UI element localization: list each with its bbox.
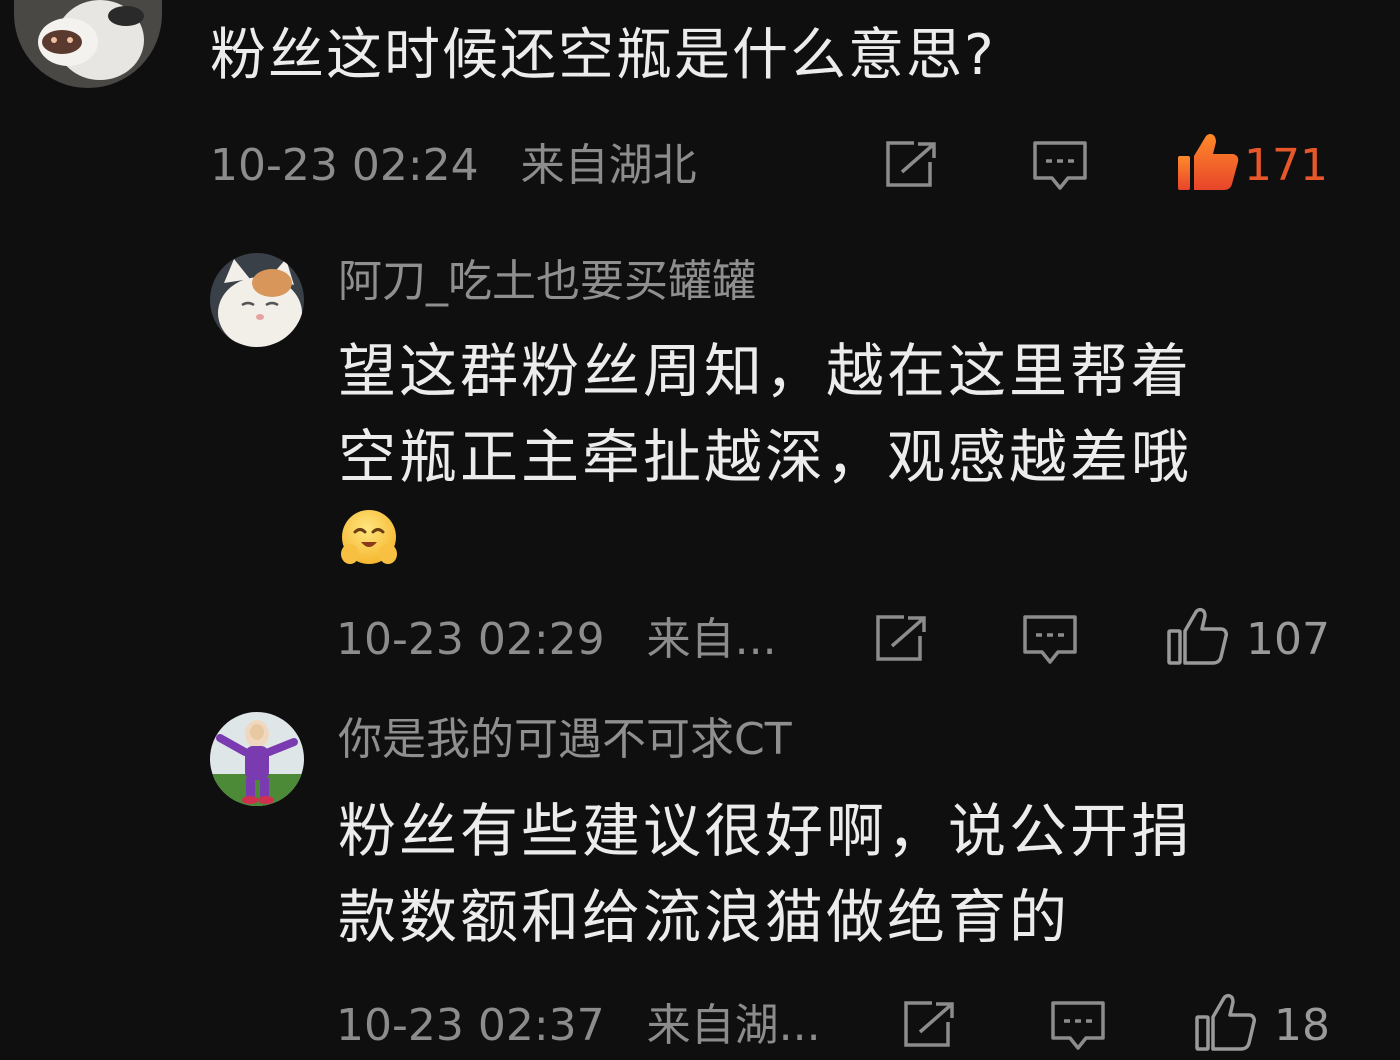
main-comment-meta: 10-23 02:24 来自湖北 (210, 138, 697, 194)
reply-comment-icon[interactable] (1022, 614, 1078, 666)
comment-thread: 粉丝这时候还空瓶是什么意思? 10-23 02:24 来自湖北 171 阿刀_吃… (0, 0, 1400, 1060)
reply-comment-icon[interactable] (1050, 1000, 1106, 1052)
thumbs-up-icon[interactable] (1176, 132, 1240, 192)
reply-username[interactable]: 阿刀_吃土也要买罐罐 (338, 254, 756, 310)
reply-text-line: 望这群粉丝周知，越在这里帮着 (338, 337, 1193, 405)
location: 来自湖北 (520, 140, 697, 191)
thumbs-up-icon[interactable] (1194, 992, 1258, 1052)
main-comment-like-count: 171 (1244, 140, 1328, 191)
timestamp: 10-23 02:29 (336, 614, 605, 665)
reply-like-count: 107 (1246, 614, 1330, 665)
hugging-face-emoji (338, 508, 400, 570)
location: 来自... (646, 614, 777, 665)
thumbs-up-icon[interactable] (1166, 606, 1230, 666)
reply-avatar[interactable] (210, 712, 304, 806)
reply-text-line: 空瓶正主牵扯越深，观感越差哦 (338, 423, 1193, 491)
share-icon[interactable] (884, 140, 938, 188)
reply-meta: 10-23 02:37 来自湖... (336, 998, 821, 1054)
timestamp: 10-23 02:37 (336, 1000, 605, 1051)
reply-username[interactable]: 你是我的可遇不可求CT (338, 712, 792, 768)
timestamp: 10-23 02:24 (210, 140, 479, 191)
reply-text-line: 款数额和给流浪猫做绝育的 (338, 883, 1071, 951)
share-icon[interactable] (902, 1000, 956, 1048)
main-comment-text: 粉丝这时候还空瓶是什么意思? (210, 23, 996, 88)
reply-text-line: 粉丝有些建议很好啊，说公开捐 (338, 797, 1193, 865)
location: 来自湖... (646, 1000, 821, 1051)
reply-avatar[interactable] (210, 253, 304, 347)
reply-like-count: 18 (1274, 1000, 1330, 1051)
reply-comment-icon[interactable] (1032, 140, 1088, 192)
share-icon[interactable] (874, 614, 928, 662)
reply-meta: 10-23 02:29 来自... (336, 612, 777, 668)
main-commenter-avatar[interactable] (14, 0, 162, 88)
